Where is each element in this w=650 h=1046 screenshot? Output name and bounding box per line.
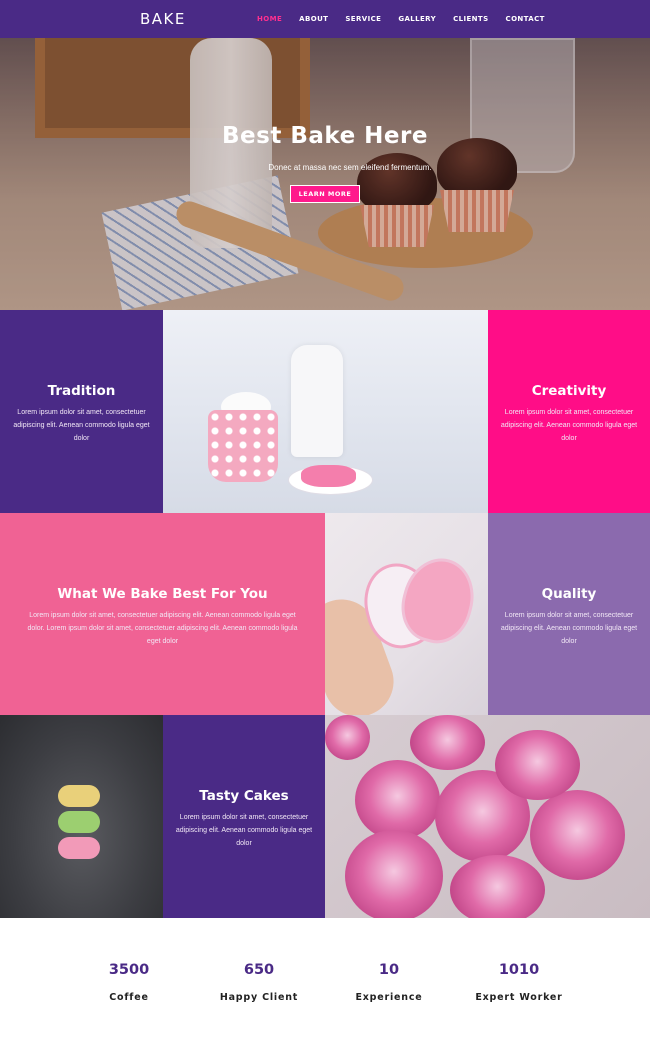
nav-item-service[interactable]: SERVICE — [345, 15, 381, 23]
hero-banner: Best Bake Here Donec at massa nec sem el… — [0, 38, 650, 310]
stat-experience-label: Experience — [355, 992, 423, 1003]
stat-expert-worker-value: 1010 — [498, 962, 540, 978]
quality-card: Quality Lorem ipsum dolor sit amet, cons… — [488, 513, 650, 715]
quality-title: Quality — [541, 586, 597, 602]
meringue-photo — [325, 715, 650, 918]
stat-coffee: 3500 Coffee — [64, 962, 194, 1003]
creativity-text: Lorem ipsum dolor sit amet, consectetuer… — [500, 409, 638, 442]
nav-item-about[interactable]: ABOUT — [299, 15, 328, 23]
stat-expert-worker: 1010 Expert Worker — [454, 962, 584, 1003]
bake-best-title: What We Bake Best For You — [57, 586, 268, 602]
stat-coffee-label: Coffee — [109, 992, 149, 1003]
nav-item-contact[interactable]: CONTACT — [506, 15, 545, 23]
stat-coffee-value: 3500 — [108, 962, 150, 978]
stat-happy-client-label: Happy Client — [219, 992, 299, 1003]
milk-cookies-photo — [163, 310, 488, 513]
bake-best-text: Lorem ipsum dolor sit amet, consectetuer… — [27, 612, 298, 645]
tradition-text: Lorem ipsum dolor sit amet, consectetuer… — [13, 409, 150, 442]
hero-overlay — [0, 38, 650, 310]
nav-item-gallery[interactable]: GALLERY — [398, 15, 436, 23]
tradition-title: Tradition — [47, 383, 116, 399]
brand-logo[interactable]: BAKE — [140, 10, 186, 28]
hero-subtitle: Donec at massa nec sem eleifend fermentu… — [268, 163, 432, 172]
creativity-card: Creativity Lorem ipsum dolor sit amet, c… — [488, 310, 650, 513]
learn-more-button[interactable]: LEARN MORE — [290, 185, 360, 203]
creativity-title: Creativity — [531, 383, 607, 399]
nav-item-home[interactable]: HOME — [257, 15, 282, 23]
stats-section: 3500 Coffee 650 Happy Client 10 Experien… — [0, 918, 650, 1046]
top-navbar: BAKE HOME ABOUT SERVICE GALLERY CLIENTS … — [0, 0, 650, 38]
bake-best-card: What We Bake Best For You Lorem ipsum do… — [0, 513, 325, 715]
heart-cookie-photo — [325, 513, 488, 715]
nav-item-clients[interactable]: CLIENTS — [453, 15, 488, 23]
stat-expert-worker-label: Expert Worker — [475, 992, 563, 1003]
tradition-card: Tradition Lorem ipsum dolor sit amet, co… — [0, 310, 163, 513]
stat-experience-value: 10 — [378, 962, 400, 978]
tasty-cakes-text: Lorem ipsum dolor sit amet, consectetuer… — [175, 814, 313, 847]
tasty-cakes-title: Tasty Cakes — [199, 788, 289, 804]
nav-menu: HOME ABOUT SERVICE GALLERY CLIENTS CONTA… — [257, 15, 562, 23]
quality-text: Lorem ipsum dolor sit amet, consectetuer… — [500, 612, 638, 645]
stat-happy-client-value: 650 — [243, 962, 275, 978]
tasty-cakes-card: Tasty Cakes Lorem ipsum dolor sit amet, … — [163, 715, 325, 918]
hero-title: Best Bake Here — [222, 123, 428, 149]
macaron-photo — [0, 715, 163, 918]
stat-experience: 10 Experience — [324, 962, 454, 1003]
stat-happy-client: 650 Happy Client — [194, 962, 324, 1003]
